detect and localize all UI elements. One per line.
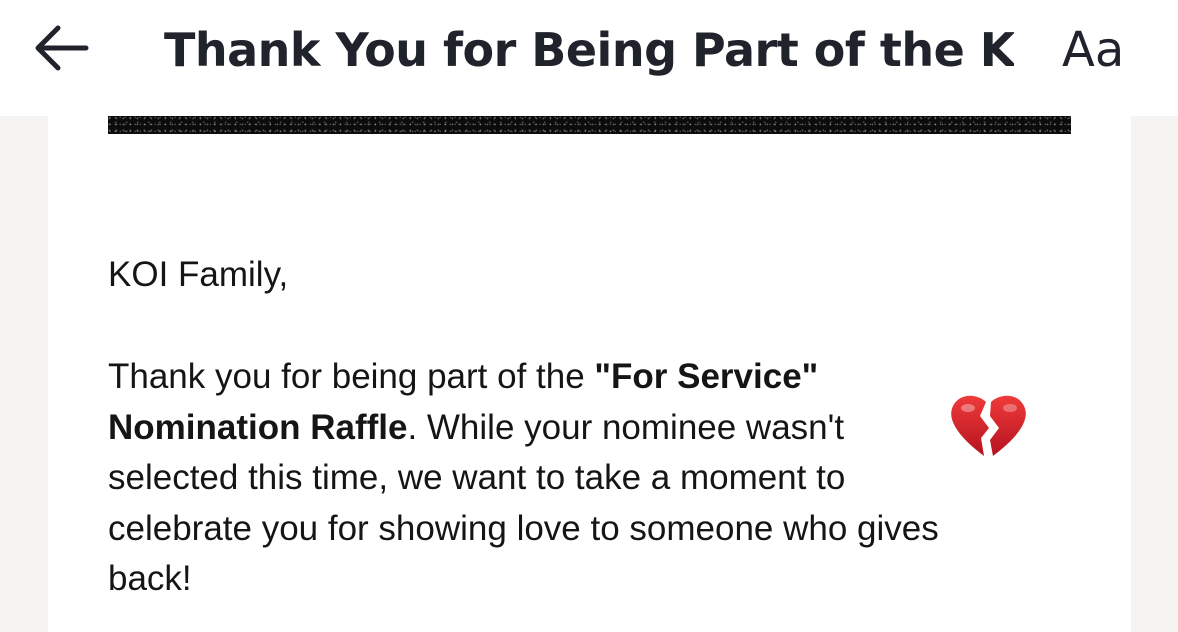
raffle-name-bold: "For Service"	[594, 357, 819, 396]
arrow-left-icon	[35, 25, 89, 71]
body-line-3: selected this time, we want to take a mo…	[108, 458, 846, 497]
back-button[interactable]	[30, 22, 92, 74]
raffle-name-bold-2: Nomination Raffle	[108, 407, 408, 447]
body-line-2: Nomination Raffle. While your nominee wa…	[108, 407, 845, 447]
email-subject-title: Thank You for Being Part of the K...	[164, 23, 1014, 77]
greeting: KOI Family,	[108, 255, 289, 294]
top-bar: Thank You for Being Part of the K... Aa	[0, 0, 1178, 116]
body-paragraph: Thank you for being part of the "For Ser…	[108, 352, 1058, 605]
email-content: KOI Family, Thank you for being part of …	[48, 116, 1131, 632]
body-line-5: back!	[108, 559, 192, 598]
broken-heart-icon	[948, 394, 1030, 460]
body-line-1: Thank you for being part of the "For Ser…	[108, 357, 819, 396]
body-line-4: celebrate you for showing love to someon…	[108, 508, 939, 548]
font-size-button[interactable]: Aa	[1062, 20, 1142, 80]
header-banner-image	[108, 116, 1071, 134]
